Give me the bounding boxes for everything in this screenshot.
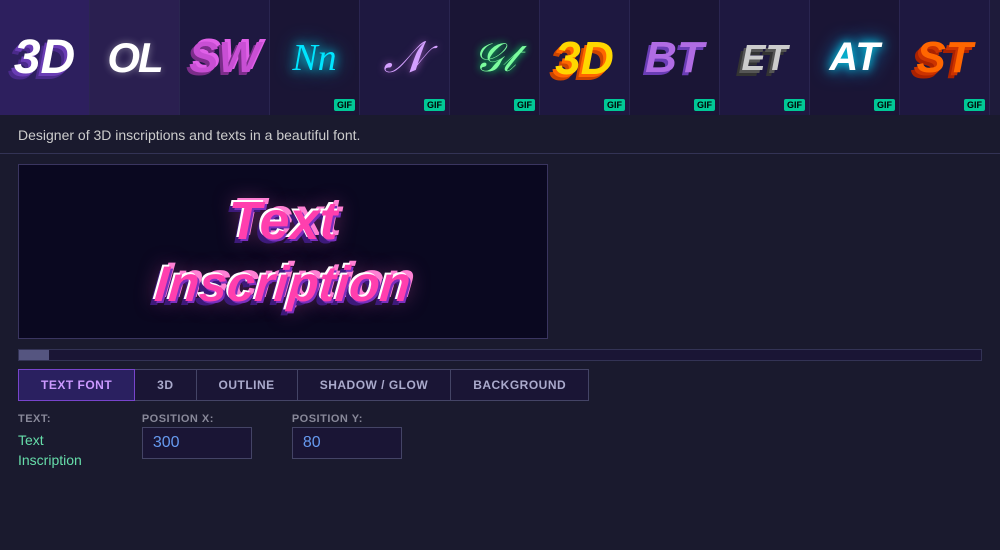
gif-badge-9: GIF: [784, 99, 805, 111]
position-y-group: POSITION Y: 80: [292, 413, 402, 459]
tabs-container: TEXT FONT 3D OUTLINE SHADOW / GLOW BACKG…: [18, 369, 982, 401]
tab-outline[interactable]: OUTLINE: [197, 369, 298, 401]
canvas-text-container: Text Inscription: [155, 189, 411, 314]
tab-3d[interactable]: 3D: [135, 369, 196, 401]
gif-badge-11: GIF: [964, 99, 985, 111]
gallery-art-1: 3D: [14, 30, 75, 85]
canvas-line2: Inscription: [153, 254, 414, 314]
position-x-group: POSITION X: 300: [142, 413, 252, 459]
gallery-item-11[interactable]: ST GIF: [900, 0, 990, 115]
scrollbar-thumb[interactable]: [19, 350, 49, 360]
gallery-art-6: 𝒢𝓉: [473, 34, 515, 81]
gallery-art-7: 3D: [555, 31, 614, 85]
gif-badge-8: GIF: [694, 99, 715, 111]
text-value: Text Inscription: [18, 431, 82, 470]
gif-badge-5: GIF: [424, 99, 445, 111]
gallery-item-1[interactable]: 3D: [0, 0, 90, 115]
gallery-art-9: ET: [741, 37, 787, 79]
gallery-art-11: ST: [916, 33, 972, 83]
canvas-preview: Text Inscription: [18, 164, 548, 339]
text-value-line1: Text: [18, 431, 82, 451]
gallery-item-5[interactable]: 𝒩 GIF: [360, 0, 450, 115]
gallery-item-2[interactable]: OL: [90, 0, 180, 115]
gallery-art-5: 𝒩: [383, 32, 425, 83]
gallery-art-3: SW: [189, 33, 260, 83]
canvas-line1: Text: [228, 191, 337, 251]
gif-badge-4: GIF: [334, 99, 355, 111]
gallery-art-8: BT: [645, 33, 704, 83]
gallery-art-10: AT: [829, 35, 879, 80]
position-x-value[interactable]: 300: [142, 427, 252, 459]
gif-badge-10: GIF: [874, 99, 895, 111]
scrollbar[interactable]: [18, 349, 982, 361]
text-value-line2: Inscription: [18, 451, 82, 471]
gif-badge-7: GIF: [604, 99, 625, 111]
position-x-label: POSITION X:: [142, 413, 252, 425]
tab-shadow-glow[interactable]: SHADOW / GLOW: [298, 369, 452, 401]
gallery-art-4: Nn: [292, 36, 336, 80]
gallery-strip: 3D OL SW Nn GIF 𝒩 GIF 𝒢𝓉 GIF 3D GIF BT G…: [0, 0, 1000, 115]
gallery-art-2: OL: [107, 34, 161, 82]
positions-row: POSITION X: 300 POSITION Y: 80: [142, 413, 402, 459]
gallery-item-10[interactable]: AT GIF: [810, 0, 900, 115]
tab-text-font[interactable]: TEXT FONT: [18, 369, 135, 401]
bottom-controls: TEXT: Text Inscription POSITION X: 300 P…: [0, 401, 1000, 470]
description: Designer of 3D inscriptions and texts in…: [0, 115, 1000, 154]
position-y-value[interactable]: 80: [292, 427, 402, 459]
tab-background[interactable]: BACKGROUND: [451, 369, 589, 401]
text-label: TEXT:: [18, 413, 82, 425]
text-control-group: TEXT: Text Inscription: [18, 413, 82, 470]
gallery-item-4[interactable]: Nn GIF: [270, 0, 360, 115]
gallery-item-9[interactable]: ET GIF: [720, 0, 810, 115]
position-y-label: POSITION Y:: [292, 413, 402, 425]
gallery-item-8[interactable]: BT GIF: [630, 0, 720, 115]
main-area: Text Inscription: [0, 154, 1000, 349]
gif-badge-6: GIF: [514, 99, 535, 111]
description-text: Designer of 3D inscriptions and texts in…: [18, 127, 360, 143]
gallery-item-3[interactable]: SW: [180, 0, 270, 115]
gallery-item-7[interactable]: 3D GIF: [540, 0, 630, 115]
gallery-item-6[interactable]: 𝒢𝓉 GIF: [450, 0, 540, 115]
